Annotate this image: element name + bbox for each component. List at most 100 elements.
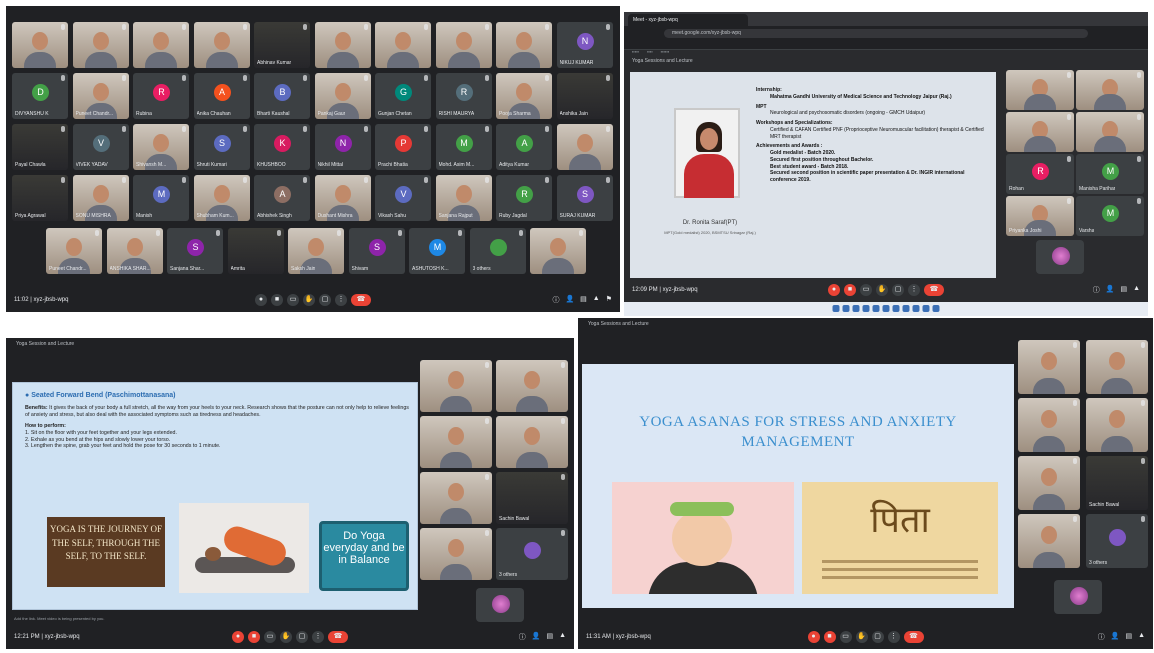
participant-tile[interactable]: Shivansh M... — [133, 124, 189, 170]
participant-tile[interactable]: ANSHIKA SHAR... — [106, 228, 163, 274]
participant-tile[interactable]: V VIVEK YADAV — [72, 124, 129, 170]
participant-tile[interactable]: 3 others — [469, 228, 526, 274]
browser-tab[interactable]: Meet - xyz-jbsb-wpq — [628, 14, 748, 26]
participant-tile[interactable]: S Shivam — [348, 228, 405, 274]
info-icon[interactable]: ⓘ — [552, 295, 559, 305]
participant-tile[interactable]: M Varsha — [1076, 196, 1144, 236]
participant-tile[interactable]: Puneet Chandr... — [72, 73, 129, 119]
self-view-tile[interactable] — [1054, 580, 1102, 614]
participant-tile[interactable]: Dushant Mishra — [314, 175, 371, 221]
participant-tile[interactable] — [1018, 456, 1080, 510]
app-icon[interactable] — [892, 305, 900, 312]
people-icon[interactable]: 👤 — [1111, 632, 1120, 642]
bookmark-item[interactable]: ▪▪▪▪ — [647, 49, 653, 54]
info-icon[interactable]: ⓘ — [519, 632, 526, 642]
present-icon[interactable]: ▢ — [296, 631, 308, 643]
raise-hand-icon[interactable]: ✋ — [303, 294, 315, 306]
participant-tile[interactable]: Abhinav Kumar — [254, 22, 310, 68]
chat-icon[interactable]: ▤ — [1120, 285, 1127, 295]
camera-icon[interactable]: ■ — [844, 284, 856, 296]
participant-tile[interactable] — [1076, 70, 1144, 110]
present-icon[interactable]: ▢ — [871, 631, 884, 643]
participant-tile[interactable] — [375, 22, 431, 68]
end-call-icon[interactable]: ☎ — [924, 284, 944, 296]
participant-tile[interactable]: A Anika Chauhan — [193, 73, 250, 119]
participant-tile[interactable] — [1076, 112, 1144, 152]
participant-tile[interactable]: Sachin Bawal — [496, 472, 568, 524]
captions-icon[interactable]: ▭ — [839, 631, 852, 643]
camera-icon[interactable]: ■ — [823, 631, 836, 643]
more-icon[interactable]: ⋮ — [335, 294, 347, 306]
participant-tile[interactable]: Pooja Sharma — [496, 73, 552, 119]
people-icon[interactable]: 👤 — [1106, 285, 1115, 295]
mic-icon[interactable]: ● — [232, 631, 244, 643]
mic-icon[interactable]: ● — [807, 631, 820, 643]
participant-tile[interactable]: Shubham Kum... — [193, 175, 250, 221]
people-icon[interactable]: 👤 — [532, 632, 541, 642]
participant-tile[interactable] — [1018, 398, 1080, 452]
participant-tile[interactable]: A Aditya Kumar — [496, 124, 552, 170]
host-controls-icon[interactable]: ⚑ — [606, 295, 612, 305]
camera-icon[interactable]: ■ — [248, 631, 260, 643]
end-call-icon[interactable]: ☎ — [328, 631, 348, 643]
participant-tile[interactable]: B Bharti Kaushal — [254, 73, 310, 119]
participant-tile[interactable]: S Sanjana Shar... — [167, 228, 223, 274]
participant-tile[interactable]: N Nikhil Mittal — [314, 124, 371, 170]
captions-icon[interactable]: ▭ — [264, 631, 276, 643]
activities-icon[interactable]: ▲ — [593, 295, 600, 305]
participant-tile[interactable] — [314, 22, 371, 68]
camera-icon[interactable]: ■ — [271, 294, 283, 306]
participant-tile[interactable]: Saksh Jain — [288, 228, 344, 274]
participant-tile[interactable] — [496, 22, 552, 68]
bookmark-item[interactable]: ▪▪▪▪▪ — [632, 49, 639, 54]
participant-tile[interactable]: Puneet Chandr... — [46, 228, 102, 274]
participant-tile[interactable] — [72, 22, 129, 68]
participant-tile[interactable]: Payal Chawla — [12, 124, 68, 170]
info-icon[interactable]: ⓘ — [1098, 632, 1105, 642]
activities-icon[interactable]: ▲ — [1133, 285, 1140, 295]
participant-tile[interactable] — [420, 416, 492, 468]
activities-icon[interactable]: ▲ — [1138, 632, 1145, 642]
participant-tile[interactable]: G Gunjan Chetan — [375, 73, 431, 119]
participant-tile[interactable] — [1006, 70, 1074, 110]
present-icon[interactable]: ▢ — [892, 284, 904, 296]
participant-tile[interactable]: A Abhishek Singh — [254, 175, 310, 221]
participant-tile[interactable]: M ASHUTOSH K... — [409, 228, 465, 274]
present-icon[interactable]: ▢ — [319, 294, 331, 306]
participant-tile[interactable]: S SURAJ KUMAR — [556, 175, 613, 221]
participant-tile[interactable]: R RISHI MAURYA — [435, 73, 492, 119]
participant-tile[interactable]: M Manish — [133, 175, 189, 221]
participant-tile[interactable] — [530, 228, 586, 274]
participant-tile[interactable] — [496, 360, 568, 412]
participant-tile[interactable]: R Ruby Jagdal — [496, 175, 552, 221]
activities-icon[interactable]: ▲ — [559, 632, 566, 642]
raise-hand-icon[interactable]: ✋ — [280, 631, 292, 643]
chrome-icon[interactable] — [862, 305, 870, 312]
participant-tile[interactable]: Priya Agrawal — [12, 175, 68, 221]
more-icon[interactable]: ⋮ — [887, 631, 900, 643]
taskview-icon[interactable] — [852, 305, 860, 312]
app-icon[interactable] — [912, 305, 920, 312]
participant-tile[interactable] — [1086, 340, 1148, 394]
captions-icon[interactable]: ▭ — [287, 294, 299, 306]
participant-tile[interactable]: Priyanka Joshi — [1006, 196, 1074, 236]
participant-tile[interactable] — [12, 22, 68, 68]
raise-hand-icon[interactable]: ✋ — [876, 284, 888, 296]
participant-tile[interactable] — [1018, 514, 1080, 568]
participant-tile[interactable]: Amrita — [227, 228, 284, 274]
mic-icon[interactable]: ● — [828, 284, 840, 296]
participant-tile[interactable] — [1086, 398, 1148, 452]
participant-tile[interactable]: 3 others — [496, 528, 568, 580]
app-icon[interactable] — [932, 305, 940, 312]
app-icon[interactable] — [882, 305, 890, 312]
participant-tile[interactable] — [420, 528, 492, 580]
participant-tile[interactable]: S Shruti Kumari — [193, 124, 250, 170]
participant-tile[interactable]: 3 others — [1086, 514, 1148, 568]
participant-tile[interactable] — [193, 22, 250, 68]
chat-icon[interactable]: ▤ — [1125, 632, 1132, 642]
participant-tile[interactable]: P Prachi Bhatia — [375, 124, 431, 170]
participant-tile[interactable] — [133, 22, 189, 68]
folder-icon[interactable] — [872, 305, 880, 312]
self-view-tile[interactable] — [476, 588, 524, 622]
participant-tile[interactable]: D DIVYANSHU K — [12, 73, 68, 119]
